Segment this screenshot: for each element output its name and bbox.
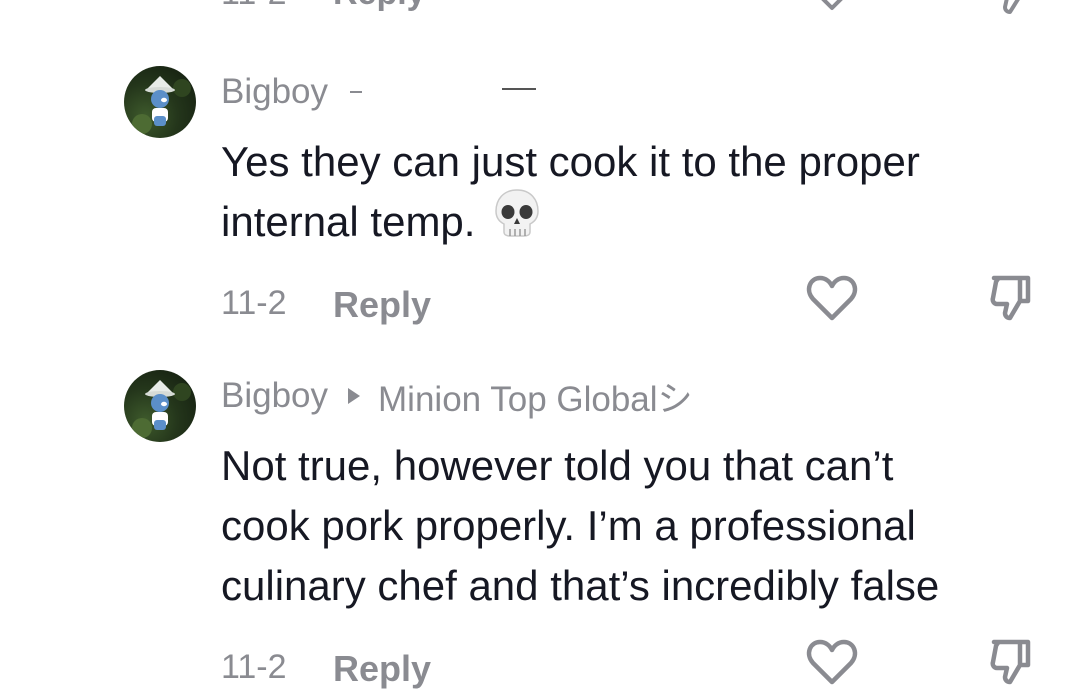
comment-actions: 11-2 Reply	[0, 274, 1081, 334]
comment-author[interactable]: Bigboy	[221, 72, 328, 112]
comment-body-line: culinary chef and that’s incredibly fals…	[221, 562, 940, 609]
heart-icon[interactable]	[808, 0, 856, 12]
divider	[350, 91, 363, 93]
comment-date: 11-2	[221, 648, 287, 686]
comment-body-line: cook pork properly. I’m a professional	[221, 502, 916, 549]
thumbs-down-icon[interactable]	[986, 0, 1034, 16]
previous-comment-actions: 11-2 Reply 1	[0, 0, 1081, 18]
comment-header: Bigboy	[221, 70, 537, 114]
like-count: 1	[868, 0, 885, 8]
avatar[interactable]	[124, 66, 196, 138]
divider	[502, 88, 537, 90]
comment-date: 11-2	[221, 0, 287, 13]
thumbs-down-icon[interactable]	[985, 272, 1035, 322]
comment-text: Yes they can just cook it to the proper …	[221, 132, 1066, 254]
comment-author[interactable]: Bigboy	[221, 376, 328, 416]
reply-button[interactable]: Reply	[333, 284, 431, 326]
reply-button[interactable]: Reply	[333, 0, 426, 13]
comment-body: Yes they can just cook it to the proper …	[221, 138, 920, 245]
comment-text: Not true, however told you that can’t co…	[221, 436, 1066, 616]
reply-arrow-icon	[348, 388, 361, 404]
reply-button[interactable]: Reply	[333, 648, 431, 690]
heart-icon[interactable]	[806, 638, 858, 686]
comment-body-line: Not true, however told you that can’t	[221, 442, 894, 489]
comment-actions: 11-2 Reply	[0, 638, 1081, 698]
reply-to-user[interactable]: Minion Top Globalシ	[378, 371, 693, 422]
thumbs-down-icon[interactable]	[985, 636, 1035, 686]
avatar[interactable]	[124, 370, 196, 442]
comment-date: 11-2	[221, 284, 287, 322]
skull-icon	[493, 188, 541, 254]
comment-header: Bigboy Minion Top Globalシ	[221, 374, 693, 419]
heart-icon[interactable]	[806, 274, 858, 322]
